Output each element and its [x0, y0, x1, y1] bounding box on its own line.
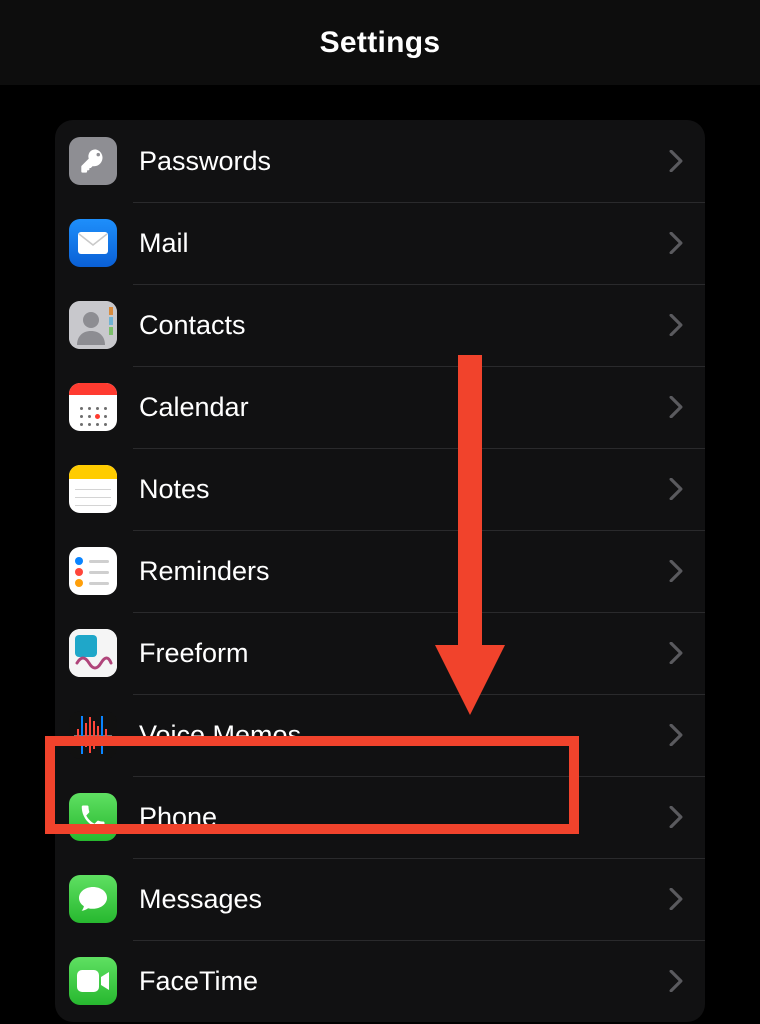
list-item-label: FaceTime: [139, 966, 669, 997]
contacts-icon: [69, 301, 117, 349]
key-icon: [69, 137, 117, 185]
settings-list-container: Passwords Mail Contacts: [0, 85, 760, 1022]
chevron-right-icon: [669, 232, 683, 254]
mail-icon: [69, 219, 117, 267]
list-item-label: Contacts: [139, 310, 669, 341]
freeform-icon: [69, 629, 117, 677]
facetime-icon: [69, 957, 117, 1005]
list-item-label: Reminders: [139, 556, 669, 587]
chevron-right-icon: [669, 396, 683, 418]
list-item-freeform[interactable]: Freeform: [55, 612, 705, 694]
list-item-label: Mail: [139, 228, 669, 259]
list-item-label: Freeform: [139, 638, 669, 669]
messages-icon: [69, 875, 117, 923]
settings-list: Passwords Mail Contacts: [55, 120, 705, 1022]
notes-icon: [69, 465, 117, 513]
chevron-right-icon: [669, 642, 683, 664]
list-item-reminders[interactable]: Reminders: [55, 530, 705, 612]
list-item-passwords[interactable]: Passwords: [55, 120, 705, 202]
chevron-right-icon: [669, 724, 683, 746]
voicememos-icon: [69, 711, 117, 759]
list-item-voicememos[interactable]: Voice Memos: [55, 694, 705, 776]
list-item-label: Voice Memos: [139, 720, 669, 751]
header: Settings: [0, 0, 760, 85]
list-item-messages[interactable]: Messages: [55, 858, 705, 940]
chevron-right-icon: [669, 314, 683, 336]
list-item-contacts[interactable]: Contacts: [55, 284, 705, 366]
chevron-right-icon: [669, 150, 683, 172]
page-title: Settings: [320, 26, 441, 60]
reminders-icon: [69, 547, 117, 595]
chevron-right-icon: [669, 888, 683, 910]
list-item-label: Notes: [139, 474, 669, 505]
list-item-calendar[interactable]: Calendar: [55, 366, 705, 448]
list-item-facetime[interactable]: FaceTime: [55, 940, 705, 1022]
list-item-notes[interactable]: Notes: [55, 448, 705, 530]
chevron-right-icon: [669, 970, 683, 992]
calendar-icon: [69, 383, 117, 431]
list-item-label: Passwords: [139, 146, 669, 177]
list-item-mail[interactable]: Mail: [55, 202, 705, 284]
list-item-label: Calendar: [139, 392, 669, 423]
chevron-right-icon: [669, 478, 683, 500]
chevron-right-icon: [669, 560, 683, 582]
list-item-phone[interactable]: Phone: [55, 776, 705, 858]
list-item-label: Phone: [139, 802, 669, 833]
chevron-right-icon: [669, 806, 683, 828]
phone-icon: [69, 793, 117, 841]
list-item-label: Messages: [139, 884, 669, 915]
